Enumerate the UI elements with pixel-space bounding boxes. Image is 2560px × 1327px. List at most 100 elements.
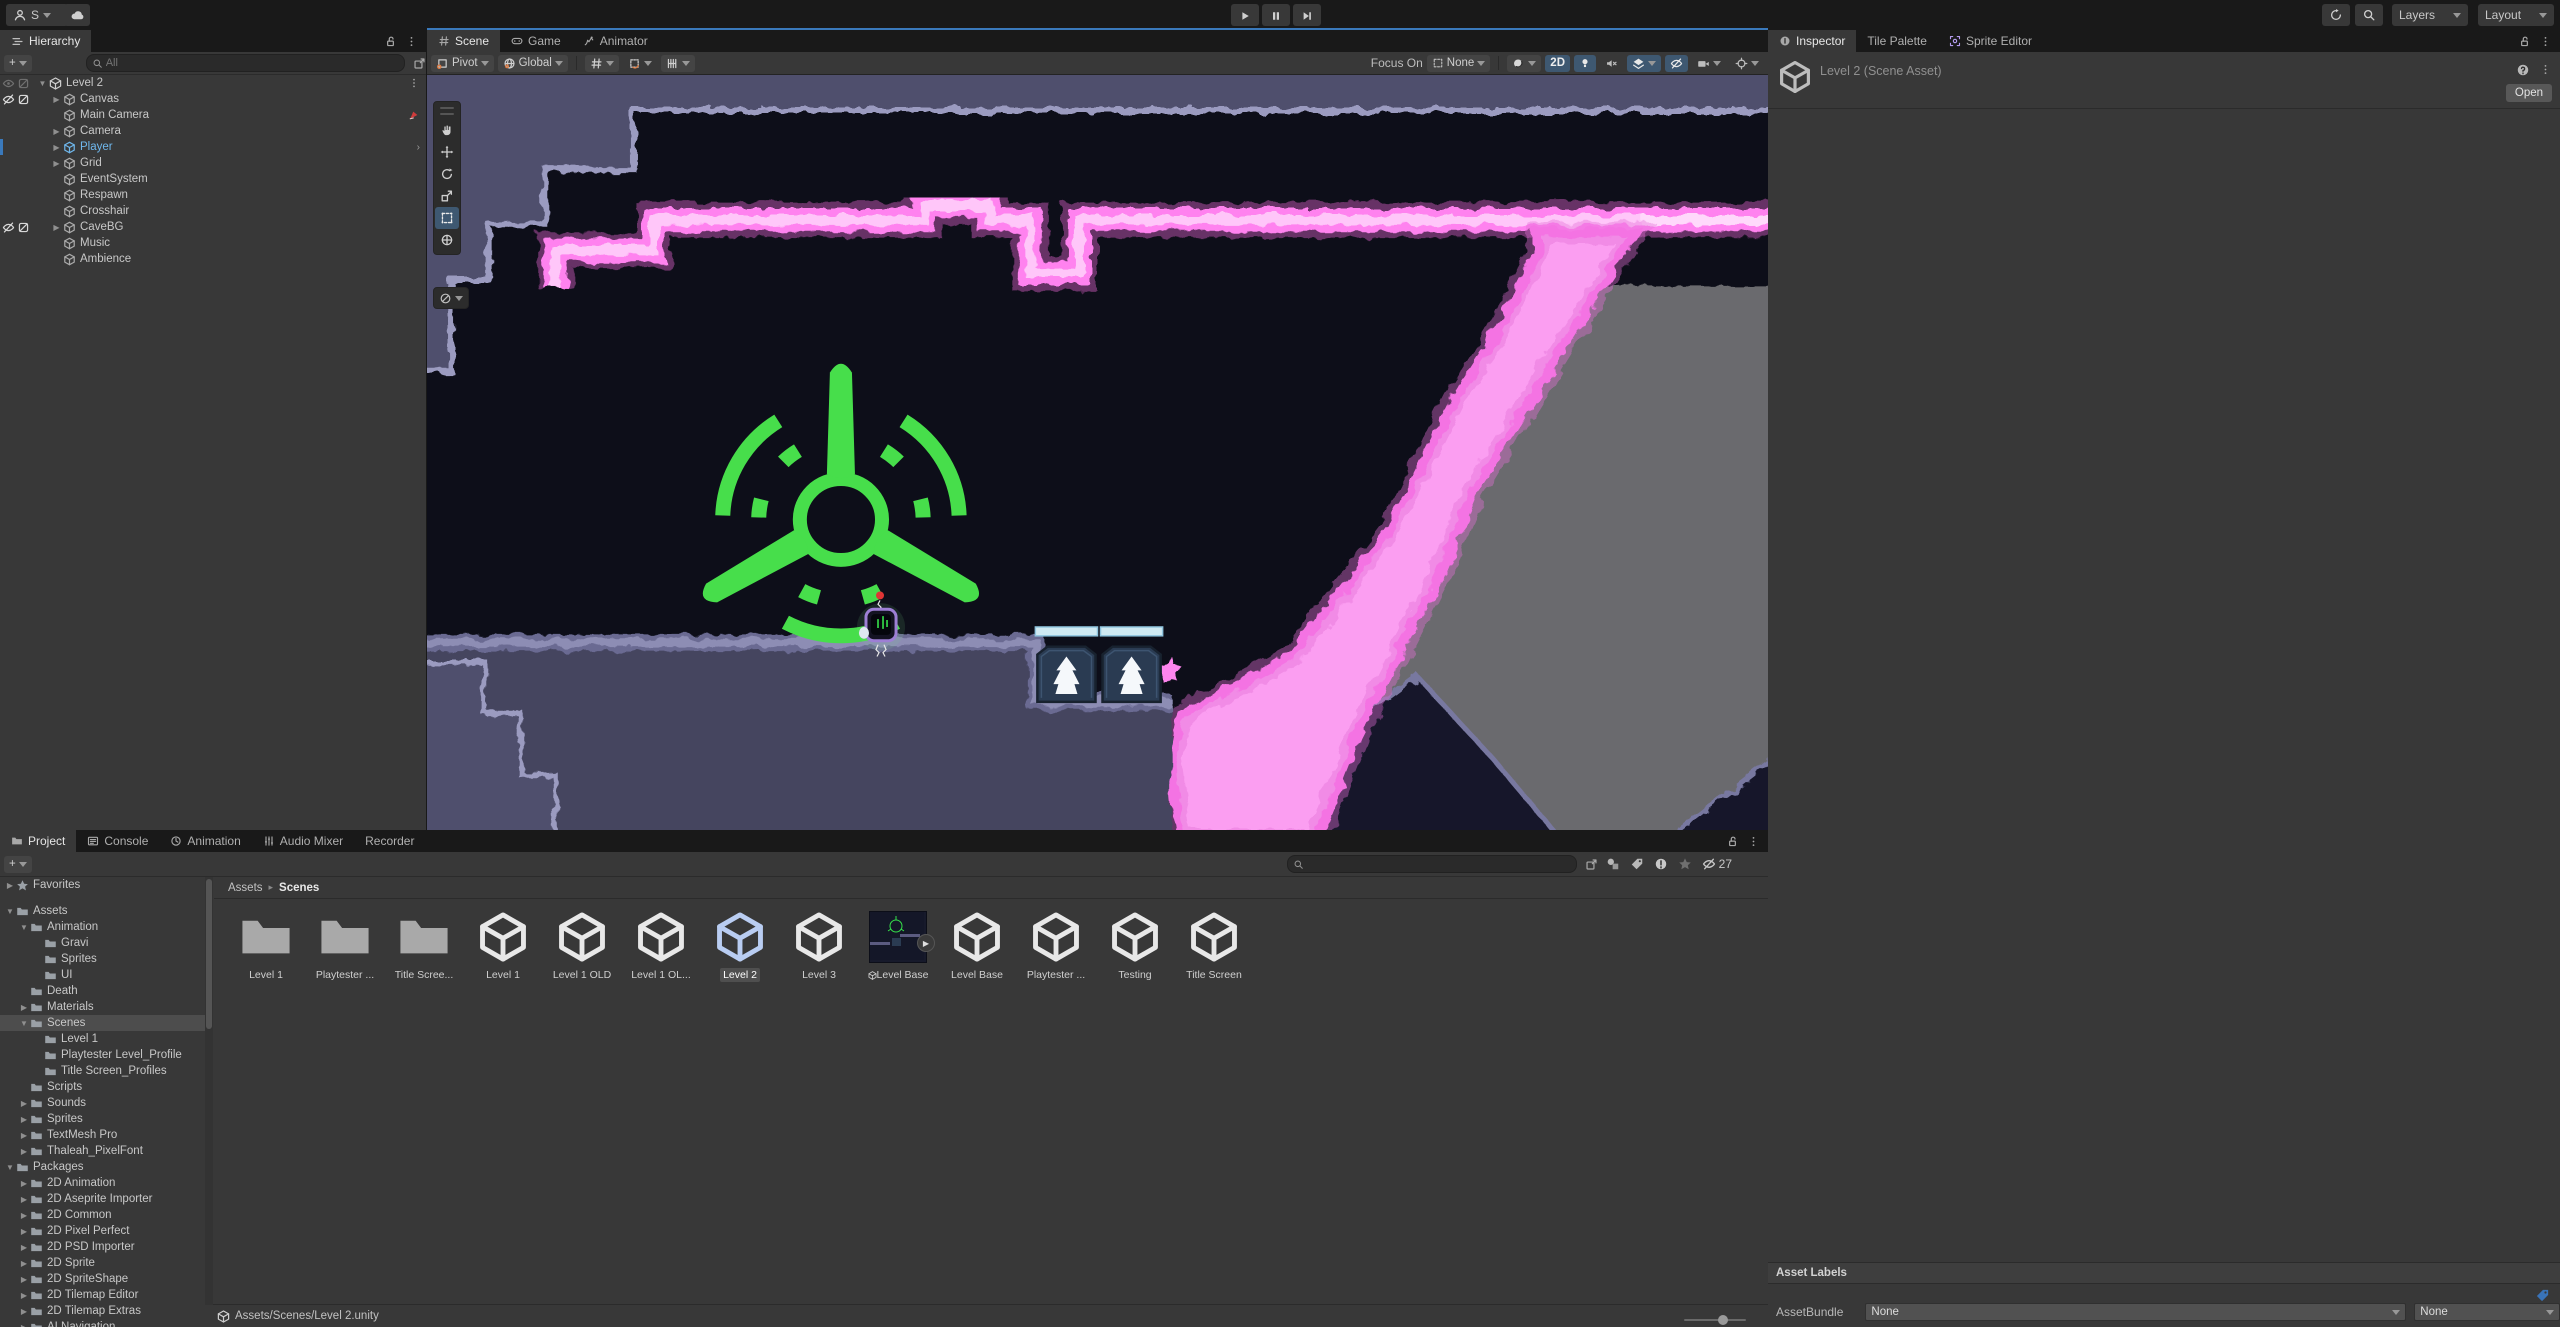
- move-tool[interactable]: [435, 141, 459, 163]
- tree-item-ui[interactable]: UI: [0, 967, 205, 983]
- hierarchy-item-ambience[interactable]: Ambience: [0, 251, 426, 267]
- hierarchy-item-player[interactable]: ▶Player›: [0, 139, 426, 155]
- kebab-menu-icon[interactable]: [2539, 62, 2552, 76]
- tree-item-gravi[interactable]: Gravi: [0, 935, 205, 951]
- open-external-icon[interactable]: [1585, 857, 1598, 871]
- favorites-star-icon[interactable]: [1678, 857, 1692, 872]
- tree-item-favorites[interactable]: ▶Favorites: [0, 877, 205, 893]
- disclosure-arrow[interactable]: ▶: [50, 127, 63, 136]
- tree-item-2d-tilemap-extras[interactable]: ▶2D Tilemap Extras: [0, 1303, 205, 1319]
- tree-item-2d-animation[interactable]: ▶2D Animation: [0, 1175, 205, 1191]
- asset-level-3[interactable]: Level 3: [781, 906, 857, 982]
- tree-item-thaleah_pixelfont[interactable]: ▶Thaleah_PixelFont: [0, 1143, 205, 1159]
- hierarchy-search-input[interactable]: [106, 57, 399, 69]
- global-dropdown[interactable]: Global: [498, 55, 568, 72]
- 2d-toggle[interactable]: 2D: [1545, 55, 1570, 72]
- open-external-icon[interactable]: [413, 56, 426, 70]
- kebab-menu-icon[interactable]: [405, 34, 418, 48]
- account-button[interactable]: S: [6, 4, 68, 26]
- asset-title-scree-[interactable]: Title Scree...: [386, 906, 462, 982]
- editor-tool-dropdown[interactable]: [433, 287, 469, 309]
- assetbundle-dropdown[interactable]: None: [1865, 1303, 2406, 1321]
- tree-item-title-screen_profiles[interactable]: Title Screen_Profiles: [0, 1063, 205, 1079]
- tree-item-animation[interactable]: ▼Animation: [0, 919, 205, 935]
- lighting-toggle[interactable]: [1574, 55, 1596, 72]
- expand-subassets-button[interactable]: ▶: [917, 934, 935, 952]
- tree-item-sounds[interactable]: ▶Sounds: [0, 1095, 205, 1111]
- tree-item-level-1[interactable]: Level 1: [0, 1031, 205, 1047]
- pivot-dropdown[interactable]: Pivot: [431, 55, 494, 72]
- tab-sprite-editor[interactable]: Sprite Editor: [1938, 30, 2043, 52]
- effects-dropdown[interactable]: [1627, 55, 1661, 72]
- tree-item-packages[interactable]: ▼Packages: [0, 1159, 205, 1175]
- hierarchy-search[interactable]: [86, 54, 405, 72]
- create-asset-button[interactable]: +: [4, 856, 32, 873]
- scale-tool[interactable]: [435, 185, 459, 207]
- hierarchy-item-cavebg[interactable]: ▶CaveBG: [0, 219, 426, 235]
- hierarchy-item-crosshair[interactable]: Crosshair: [0, 203, 426, 219]
- asset-level-base[interactable]: ▶Level Base: [860, 906, 936, 982]
- tab-console[interactable]: Console: [76, 830, 159, 852]
- undo-history-button[interactable]: [2322, 4, 2350, 26]
- tree-item-death[interactable]: Death: [0, 983, 205, 999]
- assetbundle-variant-dropdown[interactable]: None: [2414, 1303, 2560, 1321]
- tree-item-sprites[interactable]: ▶Sprites: [0, 1111, 205, 1127]
- asset-testing[interactable]: Testing: [1097, 906, 1173, 982]
- lock-icon[interactable]: [384, 34, 397, 48]
- import-alert-icon[interactable]: [1654, 857, 1668, 872]
- hierarchy-item-music[interactable]: Music: [0, 235, 426, 251]
- tree-item-sprites[interactable]: Sprites: [0, 951, 205, 967]
- tree-item-assets[interactable]: ▼Assets: [0, 903, 205, 919]
- asset-labels-header[interactable]: Asset Labels: [1768, 1262, 2560, 1284]
- hierarchy-item-canvas[interactable]: ▶Canvas: [0, 91, 426, 107]
- search-by-type-icon[interactable]: [1606, 857, 1620, 872]
- tab-inspector[interactable]: Inspector: [1768, 30, 1856, 52]
- disclosure-arrow[interactable]: ▶: [50, 223, 63, 232]
- tree-item-2d-sprite[interactable]: ▶2D Sprite: [0, 1255, 205, 1271]
- hierarchy-item-eventsystem[interactable]: EventSystem: [0, 171, 426, 187]
- snap-dropdown[interactable]: [623, 55, 657, 72]
- grid-zoom-slider[interactable]: [1684, 1319, 1746, 1321]
- tree-scrollbar[interactable]: [205, 877, 213, 1305]
- tree-item-2d-common[interactable]: ▶2D Common: [0, 1207, 205, 1223]
- asset-level-base[interactable]: Level Base: [939, 906, 1015, 982]
- tab-audio-mixer[interactable]: Audio Mixer: [252, 830, 354, 852]
- rect-tool[interactable]: [435, 207, 459, 229]
- breadcrumb-assets[interactable]: Assets: [228, 882, 263, 894]
- audio-toggle[interactable]: [1600, 55, 1623, 72]
- tree-item-scripts[interactable]: Scripts: [0, 1079, 205, 1095]
- tab-hierarchy[interactable]: Hierarchy: [0, 30, 91, 52]
- disclosure-arrow[interactable]: ▶: [50, 159, 63, 168]
- tree-item-materials[interactable]: ▶Materials: [0, 999, 205, 1015]
- rotate-tool[interactable]: [435, 163, 459, 185]
- hierarchy-item-main-camera[interactable]: Main Camera: [0, 107, 426, 123]
- prefab-open-chevron[interactable]: ›: [417, 139, 420, 155]
- tab-recorder[interactable]: Recorder: [354, 830, 425, 852]
- asset-title-screen[interactable]: Title Screen: [1176, 906, 1252, 982]
- tab-scene[interactable]: Scene: [427, 30, 500, 52]
- tree-item-textmesh-pro[interactable]: ▶TextMesh Pro: [0, 1127, 205, 1143]
- add-label-icon[interactable]: [2535, 1288, 2550, 1303]
- asset-playtester-[interactable]: Playtester ...: [307, 906, 383, 982]
- tree-item-2d-tilemap-editor[interactable]: ▶2D Tilemap Editor: [0, 1287, 205, 1303]
- asset-level-1-old[interactable]: Level 1 OLD: [544, 906, 620, 982]
- tree-item-scenes[interactable]: ▼Scenes: [0, 1015, 205, 1031]
- hierarchy-item-camera[interactable]: ▶Camera: [0, 123, 426, 139]
- grid-visibility-dropdown[interactable]: [585, 55, 619, 72]
- breadcrumb-scenes[interactable]: Scenes: [279, 882, 319, 894]
- cloud-button[interactable]: [64, 4, 90, 26]
- focus-target-dropdown[interactable]: None: [1427, 55, 1491, 72]
- search-by-label-icon[interactable]: [1630, 857, 1644, 872]
- hierarchy-item-grid[interactable]: ▶Grid: [0, 155, 426, 171]
- tab-animator[interactable]: Animator: [572, 30, 659, 52]
- tab-project[interactable]: Project: [0, 830, 76, 852]
- pause-button[interactable]: [1262, 4, 1290, 26]
- asset-level-1[interactable]: Level 1: [465, 906, 541, 982]
- scene-viewport[interactable]: [427, 75, 1768, 830]
- disclosure-arrow[interactable]: ▶: [50, 95, 63, 104]
- asset-playtester-[interactable]: Playtester ...: [1018, 906, 1094, 982]
- camera-settings-dropdown[interactable]: [1692, 55, 1726, 72]
- help-icon[interactable]: [2516, 62, 2530, 77]
- tab-animation[interactable]: Animation: [159, 830, 251, 852]
- tree-item-2d-aseprite-importer[interactable]: ▶2D Aseprite Importer: [0, 1191, 205, 1207]
